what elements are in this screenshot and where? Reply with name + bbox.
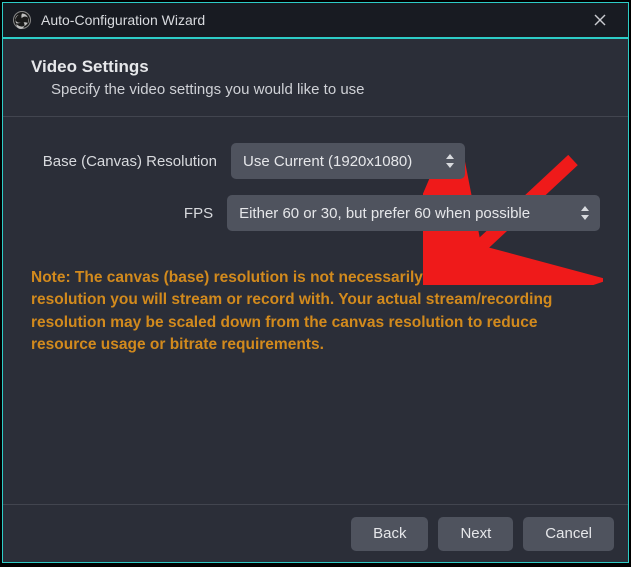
- titlebar: Auto-Configuration Wizard: [3, 3, 628, 39]
- fps-row: FPS Either 60 or 30, but prefer 60 when …: [31, 195, 600, 231]
- note-text: Note: The canvas (base) resolution is no…: [31, 267, 600, 357]
- resolution-select[interactable]: Use Current (1920x1080): [231, 143, 465, 179]
- back-button[interactable]: Back: [351, 517, 428, 551]
- close-button[interactable]: [580, 5, 620, 35]
- wizard-header: Video Settings Specify the video setting…: [3, 39, 628, 116]
- resolution-row: Base (Canvas) Resolution Use Current (19…: [31, 143, 600, 179]
- window-title: Auto-Configuration Wizard: [41, 12, 580, 28]
- obs-icon: [13, 11, 31, 29]
- fps-value: Either 60 or 30, but prefer 60 when poss…: [239, 205, 530, 222]
- page-title: Video Settings: [31, 57, 600, 77]
- next-button[interactable]: Next: [438, 517, 513, 551]
- resolution-value: Use Current (1920x1080): [243, 153, 412, 170]
- fps-select[interactable]: Either 60 or 30, but prefer 60 when poss…: [227, 195, 600, 231]
- cancel-button[interactable]: Cancel: [523, 517, 614, 551]
- fps-label: FPS: [31, 205, 227, 222]
- resolution-label: Base (Canvas) Resolution: [31, 153, 231, 170]
- stepper-icon: [445, 150, 459, 172]
- content-area: Base (Canvas) Resolution Use Current (19…: [3, 117, 628, 504]
- stepper-icon: [580, 202, 594, 224]
- page-subtitle: Specify the video settings you would lik…: [31, 81, 600, 98]
- wizard-window: Auto-Configuration Wizard Video Settings…: [2, 2, 629, 563]
- footer: Back Next Cancel: [3, 504, 628, 562]
- close-icon: [594, 14, 606, 26]
